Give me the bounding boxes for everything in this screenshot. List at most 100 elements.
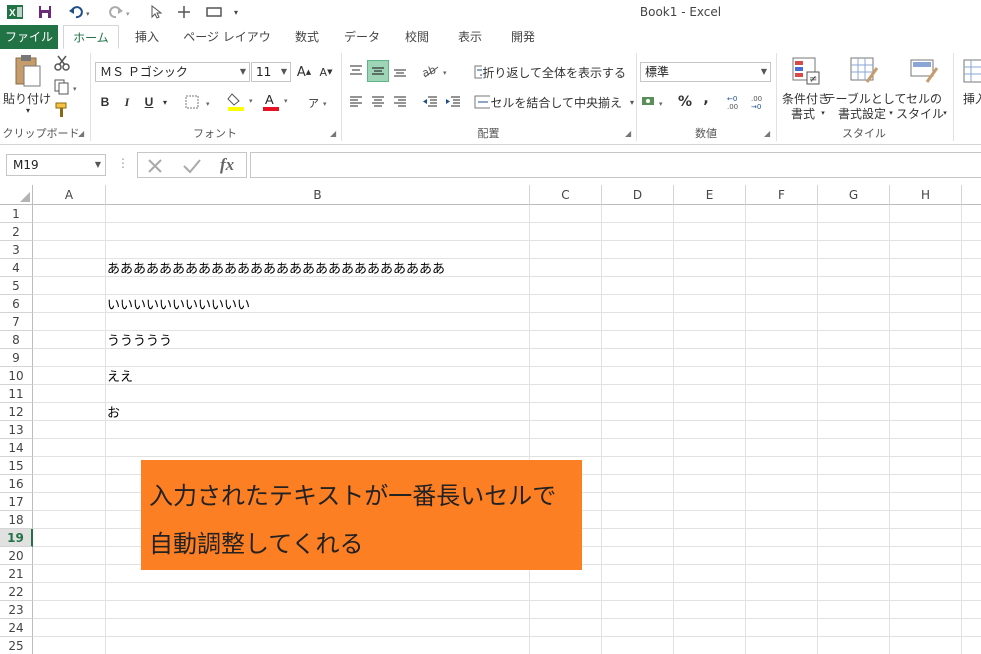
row-header[interactable]: 2 (0, 223, 33, 241)
cell-b6[interactable]: いいいいいいいいいいい (107, 297, 250, 315)
row-header[interactable]: 8 (0, 331, 33, 349)
fill-color-icon[interactable]: ▾ (226, 90, 258, 112)
cell-styles-label1[interactable]: セルの (900, 91, 948, 106)
insert-function-icon[interactable]: fx (220, 155, 234, 175)
tab-file[interactable]: ファイル (0, 25, 58, 49)
row-header[interactable]: 14 (0, 439, 33, 457)
format-table-dropdown-icon[interactable]: ▾ (886, 108, 896, 118)
row-header[interactable]: 6 (0, 295, 33, 313)
column-header-e[interactable]: E (674, 185, 746, 205)
cell-b12[interactable]: お (107, 405, 120, 423)
orientation-icon[interactable]: ab ▾ (420, 60, 452, 82)
clipboard-icon[interactable] (8, 53, 46, 89)
row-header[interactable]: 23 (0, 601, 33, 619)
column-header-h[interactable]: H (890, 185, 962, 205)
row-header[interactable]: 25 (0, 637, 33, 654)
row-header[interactable]: 15 (0, 457, 33, 475)
number-format-select[interactable]: 標準 ▼ (640, 62, 771, 82)
row-header[interactable]: 11 (0, 385, 33, 403)
tab-review[interactable]: 校閲 (396, 25, 438, 49)
align-left-icon[interactable] (346, 92, 366, 112)
row-header[interactable]: 12 (0, 403, 33, 421)
tab-home[interactable]: ホーム (63, 25, 119, 49)
format-painter-icon[interactable] (53, 101, 71, 119)
wrap-text-button[interactable]: 折り返して全体を表示する (474, 62, 626, 82)
row-header[interactable]: 22 (0, 583, 33, 601)
paste-button[interactable]: 貼り付け (2, 91, 52, 106)
font-size-select[interactable]: 11 ▼ (251, 62, 291, 82)
spreadsheet-grid[interactable]: A B C D E F G H 1 2 3 4 5 6 7 8 9 10 11 12 13 14 15 16 1… (0, 185, 981, 654)
row-header[interactable]: 16 (0, 475, 33, 493)
number-launcher-icon[interactable]: ◢ (764, 129, 770, 138)
row-header[interactable]: 10 (0, 367, 33, 385)
cell-styles-dropdown-icon[interactable]: ▾ (940, 108, 950, 118)
comma-button[interactable]: , (699, 89, 713, 109)
row-header[interactable]: 19 (0, 529, 33, 547)
decrease-decimal-icon[interactable]: .00 →0 (750, 92, 772, 112)
clipboard-launcher-icon[interactable]: ◢ (78, 129, 84, 138)
row-header[interactable]: 20 (0, 547, 33, 565)
row-header[interactable]: 24 (0, 619, 33, 637)
merge-dropdown-icon[interactable]: ▾ (630, 98, 634, 107)
underline-button[interactable]: U (142, 92, 156, 112)
font-launcher-icon[interactable]: ◢ (330, 129, 336, 138)
format-as-table-label2[interactable]: 書式設定 (830, 106, 894, 121)
format-as-table-icon[interactable] (848, 55, 880, 87)
column-header-b[interactable]: B (106, 185, 530, 205)
cell-b4[interactable]: ああああああああああああああああああああああああああ (107, 261, 445, 279)
tab-formulas[interactable]: 数式 (286, 25, 328, 49)
bold-button[interactable]: B (98, 92, 112, 112)
row-header[interactable]: 7 (0, 313, 33, 331)
row-header[interactable]: 13 (0, 421, 33, 439)
conditional-dropdown-icon[interactable]: ▾ (818, 108, 828, 118)
copy-icon[interactable]: ▾ (53, 78, 83, 96)
tab-data[interactable]: データ (338, 25, 386, 49)
accounting-format-icon[interactable]: ▾ (641, 92, 669, 112)
shrink-font-icon[interactable]: A ▼ (318, 62, 334, 82)
grow-font-icon[interactable]: A ▲ (296, 62, 312, 82)
cell-b8[interactable]: ううううう (107, 333, 172, 351)
row-header[interactable]: 4 (0, 259, 33, 277)
insert-cells-icon[interactable] (960, 55, 981, 87)
paste-dropdown-icon[interactable]: ▾ (22, 105, 34, 115)
cell-b10[interactable]: ええ (107, 369, 133, 387)
font-name-select[interactable]: ＭＳ Ｐゴシック ▼ (95, 62, 250, 82)
align-middle-icon[interactable] (367, 60, 389, 82)
tab-insert[interactable]: 挿入 (126, 25, 168, 49)
row-header[interactable]: 5 (0, 277, 33, 295)
select-all-button[interactable] (0, 185, 33, 205)
name-box[interactable]: M19 ▼ (6, 154, 106, 176)
insert-cells-label[interactable]: 挿入 (963, 91, 981, 106)
cell-styles-label2[interactable]: スタイル (896, 106, 944, 121)
increase-indent-icon[interactable] (443, 92, 463, 112)
conditional-formatting-icon[interactable]: ≠ (790, 55, 822, 87)
row-header[interactable]: 3 (0, 241, 33, 259)
cell-styles-icon[interactable] (908, 55, 940, 87)
confirm-entry-icon[interactable] (182, 157, 202, 175)
column-header-c[interactable]: C (530, 185, 602, 205)
format-as-table-label1[interactable]: テーブルとして (824, 91, 907, 106)
tab-developer[interactable]: 開発 (502, 25, 544, 49)
row-header[interactable]: 17 (0, 493, 33, 511)
tab-page-layout[interactable]: ページ レイアウト (178, 25, 276, 68)
align-right-icon[interactable] (390, 92, 410, 112)
decrease-indent-icon[interactable] (420, 92, 440, 112)
row-header[interactable]: 21 (0, 565, 33, 583)
borders-icon[interactable]: ▾ (183, 92, 215, 112)
column-header-a[interactable]: A (33, 185, 106, 205)
tab-view[interactable]: 表示 (449, 25, 491, 49)
align-top-icon[interactable] (346, 60, 366, 82)
align-center-icon[interactable] (368, 92, 388, 112)
alignment-launcher-icon[interactable]: ◢ (625, 129, 631, 138)
italic-button[interactable]: I (120, 92, 134, 112)
column-header-g[interactable]: G (818, 185, 890, 205)
cut-icon[interactable] (53, 54, 71, 72)
row-header[interactable]: 9 (0, 349, 33, 367)
font-color-icon[interactable]: A ▾ (261, 90, 293, 112)
align-bottom-icon[interactable] (390, 60, 410, 82)
row-header[interactable]: 18 (0, 511, 33, 529)
column-header-f[interactable]: F (746, 185, 818, 205)
increase-decimal-icon[interactable]: ←0.00 (726, 92, 748, 112)
cancel-entry-icon[interactable] (146, 157, 164, 175)
merge-center-button[interactable]: セルを結合して中央揃え ▾ (474, 92, 634, 112)
